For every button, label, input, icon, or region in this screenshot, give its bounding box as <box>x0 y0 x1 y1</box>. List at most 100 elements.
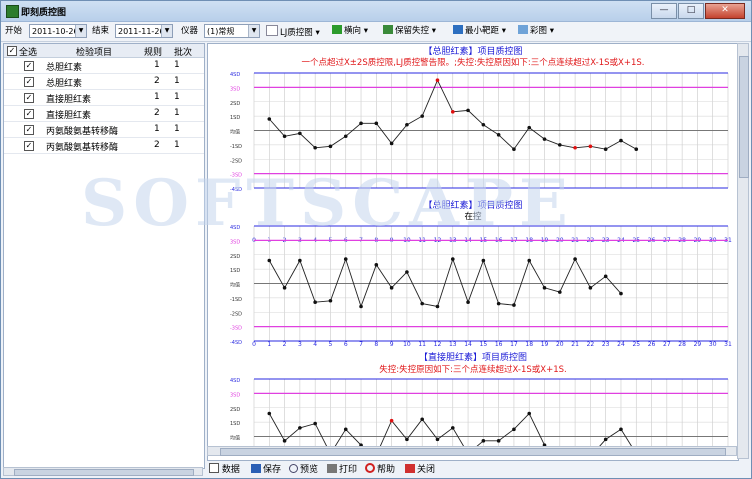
data-point <box>512 427 516 432</box>
chart-icon <box>266 25 278 36</box>
scroll-thumb[interactable] <box>14 469 194 476</box>
direction-button[interactable]: 横向 ▾ <box>332 25 368 38</box>
close-window-button[interactable]: ✕ <box>705 3 745 19</box>
row-item: 丙氨酸氨基转移酶 <box>46 143 119 153</box>
data-toggle[interactable]: 数据 <box>209 462 240 475</box>
start-date-picker[interactable]: 2011-10-26 ▼ <box>29 24 87 38</box>
left-horizontal-scrollbar[interactable] <box>3 467 203 476</box>
y-tick-label: 3SD <box>230 86 240 92</box>
table-row[interactable]: ✓ 丙氨酸氨基转移酶 2 1 <box>4 138 204 154</box>
row-batch: 1 <box>174 92 180 102</box>
table-row[interactable]: ✓ 总胆红素 1 1 <box>4 58 204 74</box>
data-point <box>603 437 608 442</box>
preview-button[interactable]: 预览 <box>289 462 318 475</box>
vertical-scrollbar[interactable] <box>737 43 749 459</box>
row-item: 直接胆红素 <box>46 111 92 121</box>
data-point <box>619 291 623 296</box>
chart-panel: 【总胆红素】项目质控图 一个点超过X±2S质控限,LJ质控警告限。;失控:失控原因… <box>207 43 739 461</box>
data-checkbox[interactable] <box>209 463 219 473</box>
chart-title: 【直接胆红素】项目质控图 <box>419 351 527 363</box>
arrow-right-icon <box>332 25 342 34</box>
print-button[interactable]: 打印 <box>327 462 357 475</box>
x-tick-label: 15 <box>480 341 488 348</box>
data-label: 数据 <box>221 465 240 475</box>
row-rule: 2 <box>154 76 160 86</box>
end-date-picker[interactable]: 2011-11-26 ▼ <box>115 24 173 38</box>
x-tick-label: 29 <box>694 341 702 348</box>
row-rule: 1 <box>154 124 160 134</box>
color-chart-button[interactable]: 彩图 ▾ <box>518 25 554 38</box>
data-point <box>527 258 532 263</box>
data-point <box>405 270 409 274</box>
save-button[interactable]: 保存 <box>251 462 281 475</box>
row-batch: 1 <box>174 124 180 134</box>
y-tick-label: 均值 <box>230 129 240 136</box>
close-button[interactable]: 关闭 <box>405 462 435 475</box>
min-range-button[interactable]: 最小靶距 ▾ <box>453 25 506 38</box>
qc-charts: 【总胆红素】项目质控图 一个点超过X±2S质控限,LJ质控警告限。;失控:失控原因… <box>230 45 732 447</box>
data-point <box>343 427 348 432</box>
data-point <box>450 257 455 261</box>
y-tick-label: -1SD <box>230 297 242 303</box>
chevron-down-icon[interactable]: ▼ <box>161 25 172 37</box>
row-checkbox[interactable]: ✓ <box>24 61 34 71</box>
maximize-button[interactable]: □ <box>678 3 704 19</box>
x-tick-label: 12 <box>434 341 442 348</box>
row-item: 直接胆红素 <box>46 95 92 105</box>
chevron-down-icon[interactable]: ▼ <box>248 25 259 37</box>
data-point <box>420 114 424 118</box>
row-checkbox[interactable]: ✓ <box>24 141 34 151</box>
x-tick-label: 11 <box>418 341 426 348</box>
table-row[interactable]: ✓ 丙氨酸氨基转移酶 1 1 <box>4 122 204 138</box>
data-point <box>481 122 486 127</box>
x-tick-label: 21 <box>571 341 579 348</box>
min-range-label: 最小靶距 <box>465 26 500 36</box>
scroll-thumb[interactable] <box>220 448 726 456</box>
data-point <box>389 141 394 146</box>
chevron-down-icon[interactable]: ▼ <box>75 25 86 37</box>
image-icon <box>518 25 528 34</box>
data-point <box>466 300 470 304</box>
minimize-button[interactable]: — <box>651 3 677 19</box>
select-all-checkbox[interactable]: ✓ <box>7 46 17 56</box>
row-checkbox[interactable]: ✓ <box>24 93 34 103</box>
row-checkbox[interactable]: ✓ <box>24 109 34 119</box>
row-checkbox[interactable]: ✓ <box>24 77 34 87</box>
instrument-select[interactable]: (1)常规 ▼ <box>204 24 260 38</box>
x-tick-label: 5 <box>329 341 333 348</box>
color-chart-label: 彩图 <box>530 26 548 36</box>
x-tick-label: 25 <box>632 341 640 348</box>
row-checkbox[interactable]: ✓ <box>24 125 34 135</box>
data-point <box>619 138 623 143</box>
scroll-thumb[interactable] <box>739 56 749 178</box>
help-button[interactable]: 帮助 <box>365 462 395 475</box>
data-point <box>359 304 363 309</box>
lj-chart-button[interactable]: LJ质控图 ▾ <box>266 25 320 38</box>
data-point <box>496 301 501 306</box>
table-row[interactable]: ✓ 总胆红素 2 1 <box>4 74 204 90</box>
table-row[interactable]: ✓ 直接胆红素 1 1 <box>4 90 204 106</box>
item-list-panel: ✓ 全选 检验项目 规则 批次 ✓ 总胆红素 1 1 ✓ 总胆红素 2 1 ✓ … <box>3 43 205 469</box>
keep-oos-button[interactable]: 保留失控 ▾ <box>383 25 436 38</box>
data-point <box>588 144 593 149</box>
x-tick-label: 19 <box>541 341 549 348</box>
data-point <box>298 131 302 136</box>
chart-title: 【总胆红素】项目质控图 <box>423 199 522 211</box>
instrument-label: 仪器 <box>181 26 199 36</box>
data-point <box>267 411 272 416</box>
data-point <box>389 286 394 290</box>
horizontal-scrollbar[interactable] <box>207 446 737 456</box>
help-icon <box>365 463 375 473</box>
chart-subtitle: 一个点超过X±2S质控限,LJ质控警告限。;失控:失控原因如下:三个点连续超过X… <box>301 57 644 68</box>
y-tick-label: 2SD <box>230 254 240 260</box>
data-point <box>359 121 363 126</box>
data-point <box>313 145 317 150</box>
title-bar[interactable]: 即刻质控图 — □ ✕ <box>1 1 751 22</box>
x-tick-label: 23 <box>602 341 610 348</box>
table-row[interactable]: ✓ 直接胆红素 2 1 <box>4 106 204 122</box>
y-tick-label: 4SD <box>230 72 240 78</box>
data-point <box>343 134 348 139</box>
header-rule: 规则 <box>144 48 163 58</box>
x-tick-label: 3 <box>298 341 302 348</box>
y-tick-label: -3SD <box>230 173 242 179</box>
